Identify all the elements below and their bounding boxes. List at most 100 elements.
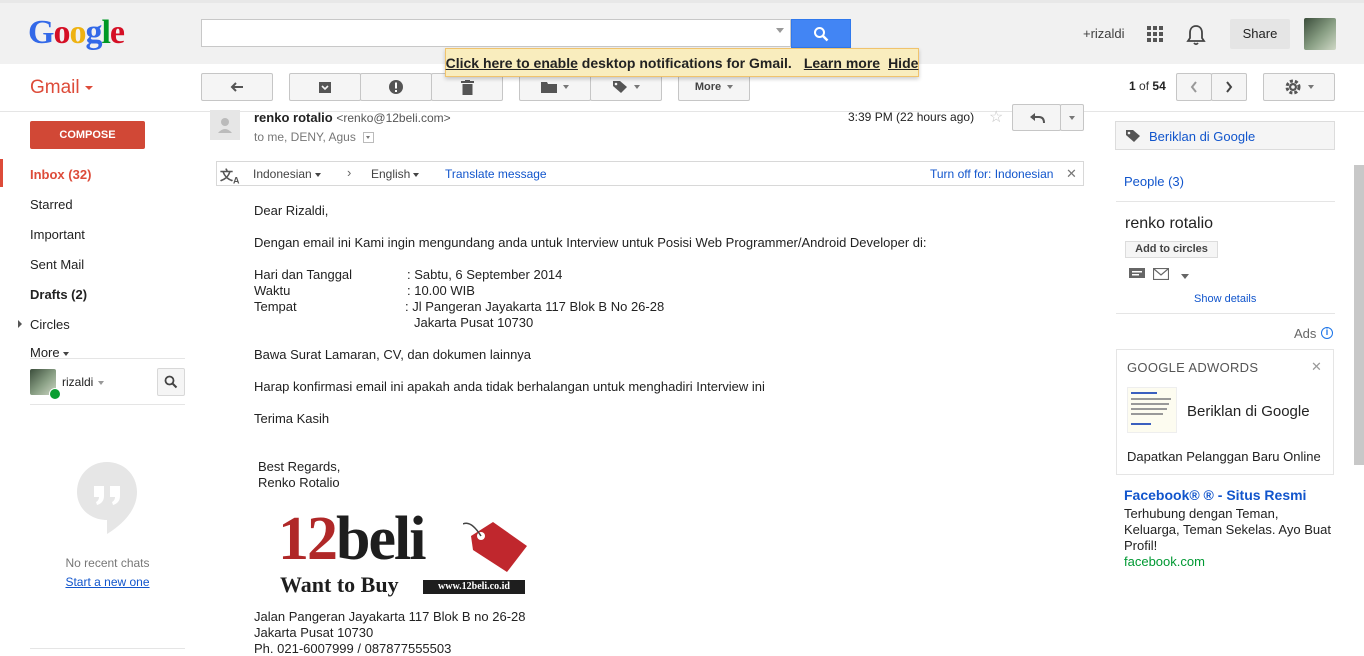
- page-scrollbar[interactable]: [1354, 165, 1364, 465]
- translate-message-link[interactable]: Translate message: [445, 167, 547, 181]
- move-to-button[interactable]: [519, 73, 591, 101]
- target-language-label: English: [371, 167, 411, 181]
- target-language-dropdown[interactable]: English: [371, 167, 420, 181]
- body-time-label: Waktu: [254, 283, 291, 298]
- google-logo[interactable]: Google: [28, 14, 125, 52]
- folder-icon: [541, 82, 557, 93]
- hide-notification-link[interactable]: Hide: [888, 55, 918, 71]
- search-options-chevron-icon[interactable]: [776, 28, 784, 33]
- circles-expand-arrow-icon[interactable]: [18, 320, 22, 328]
- more-reply-options-button[interactable]: [1060, 104, 1084, 131]
- chat-user-name[interactable]: rizaldi: [62, 375, 105, 389]
- labels-button[interactable]: [590, 73, 662, 101]
- delete-button[interactable]: [431, 73, 503, 101]
- logo-url: www.12beli.co.id: [423, 580, 525, 594]
- settings-button[interactable]: [1263, 73, 1335, 101]
- facebook-ad-text-2: Keluarga, Teman Sekelas. Ayo Buat: [1124, 522, 1331, 537]
- share-button[interactable]: Share: [1230, 19, 1290, 49]
- body-greeting: Dear Rizaldi,: [254, 203, 329, 218]
- sidebar-item-drafts[interactable]: Drafts (2): [30, 287, 87, 302]
- apps-grid-icon[interactable]: [1147, 26, 1163, 42]
- newer-button[interactable]: [1176, 73, 1212, 101]
- sidebar-item-important[interactable]: Important: [30, 227, 85, 242]
- chevron-down-icon: [62, 351, 69, 356]
- search-input[interactable]: [201, 19, 791, 47]
- back-arrow-icon: [230, 82, 243, 92]
- chevron-right-icon: ›: [347, 165, 352, 180]
- gmail-menu-label[interactable]: Gmail: [30, 77, 80, 99]
- sender-name[interactable]: renko rotalio: [254, 110, 333, 125]
- divider: [1116, 313, 1335, 314]
- report-spam-button[interactable]: [360, 73, 432, 101]
- divider: [30, 648, 185, 649]
- pager-total: 54: [1152, 79, 1166, 93]
- close-ad-icon[interactable]: ✕: [1311, 359, 1322, 375]
- chevron-down-icon: [98, 380, 105, 385]
- reply-button[interactable]: [1012, 104, 1061, 131]
- back-to-inbox-button[interactable]: [201, 73, 273, 101]
- search-icon: [814, 27, 829, 42]
- price-tag-icon: [463, 522, 527, 572]
- older-button[interactable]: [1211, 73, 1247, 101]
- source-language-label: Indonesian: [253, 167, 312, 181]
- desktop-notification-banner: Click here to enable desktop notificatio…: [445, 48, 919, 77]
- ad-thumbnail-image: [1127, 387, 1177, 433]
- show-details-chevron-icon[interactable]: [363, 132, 375, 144]
- advertise-on-google-button[interactable]: Beriklan di Google: [1115, 121, 1335, 150]
- body-place-value-city: Jakarta Pusat 10730: [414, 315, 534, 330]
- body-address-2: Jakarta Pusat 10730: [254, 625, 374, 640]
- contact-more-chevron-icon[interactable]: [1181, 274, 1189, 279]
- more-actions-button[interactable]: More: [678, 73, 750, 101]
- facebook-ad-text-3: Profil!: [1124, 538, 1158, 553]
- ads-info-icon[interactable]: i: [1321, 327, 1333, 339]
- chevron-left-icon: [1190, 81, 1197, 93]
- enable-notifications-link[interactable]: Click here to enable: [446, 55, 578, 71]
- 12beli-logo: 12beli Want to Buy www.12beli.co.id: [278, 508, 528, 597]
- account-avatar[interactable]: [1304, 18, 1336, 50]
- start-new-chat-link[interactable]: Start a new one: [30, 575, 185, 589]
- chevron-down-icon: [727, 85, 734, 89]
- pager-current: 1: [1129, 79, 1136, 93]
- trash-icon: [460, 79, 474, 95]
- sidebar-item-inbox[interactable]: Inbox (32): [30, 167, 91, 182]
- chevron-down-icon: [634, 85, 640, 89]
- facebook-ad-title[interactable]: Facebook® ® - Situs Resmi: [1124, 487, 1306, 503]
- logo-tagline: Want to Buy: [280, 572, 399, 597]
- sidebar-item-circles[interactable]: Circles: [30, 317, 70, 332]
- adwords-headline[interactable]: Beriklan di Google: [1187, 403, 1310, 420]
- sender-avatar[interactable]: [210, 110, 240, 140]
- person-icon: [218, 118, 232, 133]
- contact-chat-icon[interactable]: [1129, 268, 1145, 283]
- body-date-label: Hari dan Tanggal: [254, 267, 353, 282]
- pager-of: of: [1139, 79, 1150, 93]
- facebook-ad-url[interactable]: facebook.com: [1124, 554, 1205, 569]
- body-regards: Best Regards,: [258, 459, 341, 474]
- sidebar-item-sent-mail[interactable]: Sent Mail: [30, 257, 84, 272]
- source-language-dropdown[interactable]: Indonesian: [253, 167, 321, 181]
- archive-button[interactable]: [289, 73, 361, 101]
- add-to-circles-button[interactable]: Add to circles: [1125, 241, 1218, 258]
- sidebar-item-starred[interactable]: Starred: [30, 197, 73, 212]
- compose-button[interactable]: COMPOSE: [30, 121, 145, 149]
- notifications-bell-icon[interactable]: [1186, 24, 1206, 46]
- adwords-description: Dapatkan Pelanggan Baru Online: [1127, 449, 1321, 464]
- chat-search-button[interactable]: [157, 368, 185, 396]
- user-profile-link[interactable]: +rizaldi: [1083, 26, 1125, 41]
- show-details-link[interactable]: Show details: [1194, 293, 1256, 305]
- chevron-down-icon: [1069, 115, 1075, 120]
- contact-email-icon[interactable]: [1152, 267, 1170, 283]
- people-link[interactable]: People (3): [1124, 174, 1184, 189]
- body-confirm: Harap konfirmasi email ini apakah anda t…: [254, 379, 765, 394]
- logo-12: 12: [278, 505, 338, 573]
- online-status-icon: [49, 388, 61, 400]
- report-spam-icon: [389, 80, 403, 94]
- body-intro: Dengan email ini Kami ingin mengundang a…: [254, 235, 927, 250]
- star-icon[interactable]: ☆: [989, 107, 1003, 127]
- more-actions-label: More: [694, 81, 722, 93]
- learn-more-link[interactable]: Learn more: [804, 55, 880, 71]
- turn-off-translation-link[interactable]: Turn off for: Indonesian: [930, 167, 1053, 181]
- search-button[interactable]: [791, 19, 851, 48]
- gmail-chevron-down-icon[interactable]: [85, 86, 93, 90]
- close-translate-bar-icon[interactable]: ✕: [1066, 166, 1077, 182]
- divider: [30, 358, 185, 359]
